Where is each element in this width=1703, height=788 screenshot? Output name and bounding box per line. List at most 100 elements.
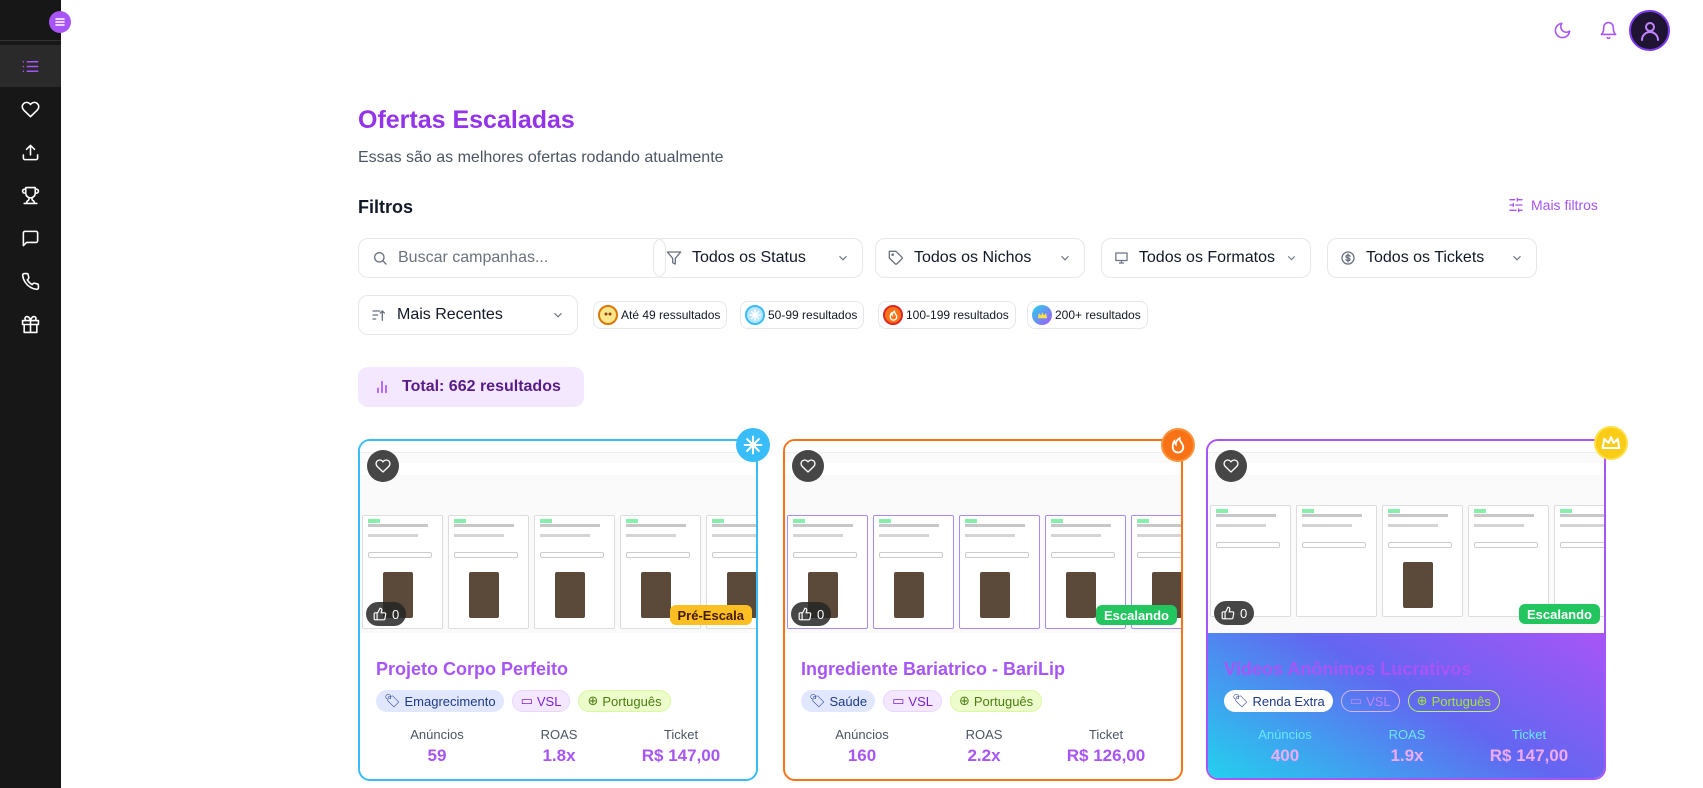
offer-title[interactable]: Ingrediente Bariatrico - BariLip (801, 659, 1065, 680)
sidebar-item-gifts[interactable] (0, 303, 61, 345)
tag-icon: 🏷 (1232, 693, 1249, 708)
ticket-select[interactable]: Todos os Tickets (1327, 238, 1537, 278)
stat-label: ROAS (1388, 727, 1426, 742)
user-icon (1640, 21, 1659, 41)
results-chip-label: Até 49 ressultados (621, 308, 721, 322)
offer-tags: 🏷 Saúde ▭ VSL ⊕ Português (801, 690, 1043, 712)
stat-value: 160 (847, 746, 877, 765)
like-button[interactable]: 0 (1214, 601, 1255, 625)
sort-select[interactable]: Mais Recentes (358, 295, 578, 335)
language-tag: ⊕ Português (949, 690, 1043, 712)
chevron-down-icon (1061, 255, 1069, 261)
chevron-down-icon (554, 312, 562, 318)
results-chip-100-199[interactable]: 100-199 resultados (878, 301, 1016, 329)
sidebar-item-upload[interactable] (0, 131, 61, 173)
language-tag-label: Português (1431, 693, 1491, 709)
stat-roas: ROAS 1.9x (1346, 727, 1468, 766)
stat-label: Ticket (663, 727, 699, 742)
format-tag-label: VSL (1366, 693, 1391, 709)
tag-icon (888, 250, 903, 265)
stat-ticket: Ticket R$ 147,00 (1468, 727, 1590, 766)
niche-tag-label: Saúde (829, 693, 868, 709)
notifications-button[interactable] (1596, 18, 1620, 42)
results-chip-50-99[interactable]: 50-99 resultados (740, 301, 865, 329)
stat-value: 59 (427, 746, 447, 765)
stat-ads: Anúncios 160 (801, 727, 923, 766)
offer-card[interactable]: 0 Escalando Ingrediente Bariatrico - Bar… (783, 428, 1195, 781)
monitor-icon: ▭ (1349, 693, 1363, 708)
like-button[interactable]: 0 (366, 602, 407, 626)
upload-icon (22, 144, 39, 160)
format-tag-label: VSL (536, 693, 562, 709)
sidebar-item-messages[interactable] (0, 217, 61, 259)
ticket-select-value: Todos os Tickets (1366, 249, 1485, 266)
menu-toggle-button[interactable] (49, 11, 71, 33)
results-chip-label: 100-199 resultados (906, 308, 1009, 322)
avatar[interactable] (1629, 10, 1670, 51)
offer-card[interactable]: 0 Pré-Escala Projeto Corpo Perfeito 🏷 Ema… (358, 428, 770, 781)
format-select[interactable]: Todos os Formatos (1101, 238, 1311, 278)
format-tag: ▭ VSL (1340, 690, 1400, 712)
niche-select[interactable]: Todos os Nichos (875, 238, 1085, 278)
offer-card[interactable]: 0 Escalando Vídeos Anônimos Lucrativos 🏷… (1206, 439, 1606, 780)
stat-value: R$ 147,00 (1489, 746, 1569, 765)
sidebar-item-favorites[interactable] (0, 88, 61, 130)
dollar-circle-icon (1341, 251, 1355, 265)
sliders-icon (1509, 197, 1523, 213)
offer-stats: Anúncios 59 ROAS 1.8x Ticket R$ 147,00 (376, 727, 742, 766)
like-button[interactable]: 0 (791, 602, 832, 626)
sidebar-divider (0, 40, 61, 41)
stat-value: 2.2x (967, 746, 1001, 765)
filter-icon (666, 251, 682, 265)
format-tag-label: VSL (908, 693, 933, 709)
like-count: 0 (817, 606, 825, 622)
like-count: 0 (1240, 605, 1248, 621)
status-badge: Pré-Escala (669, 605, 752, 625)
offer-title[interactable]: Projeto Corpo Perfeito (376, 659, 568, 680)
monitor-icon (1115, 252, 1128, 264)
heart-icon (1223, 459, 1239, 473)
more-filters-label: Mais filtros (1531, 197, 1598, 213)
stat-roas: ROAS 1.8x (498, 727, 620, 766)
results-chip-up-to-49[interactable]: Até 49 ressultados (593, 301, 728, 329)
favorite-button[interactable] (1215, 450, 1247, 482)
crown-icon (1594, 426, 1628, 460)
snowflake-icon (736, 428, 770, 462)
heart-icon (21, 101, 40, 117)
flame-icon (1161, 428, 1195, 462)
stat-value: R$ 126,00 (1066, 746, 1146, 765)
search-input[interactable] (398, 249, 638, 267)
favorite-button[interactable] (792, 450, 824, 482)
gift-icon (21, 315, 40, 333)
bar-chart-icon (377, 380, 387, 394)
stat-label: Ticket (1511, 727, 1547, 742)
globe-icon: ⊕ (1416, 693, 1428, 708)
heart-icon (375, 459, 391, 473)
search-field[interactable] (358, 238, 666, 278)
niche-tag: 🏷 Emagrecimento (376, 690, 504, 712)
tag-icon: 🏷 (384, 693, 401, 708)
favorite-button[interactable] (367, 450, 399, 482)
offer-tags: 🏷 Renda Extra ▭ VSL ⊕ Português (1224, 690, 1500, 712)
sidebar-item-offers[interactable] (0, 45, 61, 87)
moon-icon (1554, 22, 1570, 38)
sidebar-item-contact[interactable] (0, 260, 61, 302)
status-select[interactable]: Todos os Status (653, 238, 863, 278)
offer-stats: Anúncios 160 ROAS 2.2x Ticket R$ 126,00 (801, 727, 1167, 766)
owl-icon (598, 305, 618, 325)
stat-label: Anúncios (410, 727, 464, 742)
stat-label: Anúncios (835, 727, 889, 742)
stat-value: 400 (1270, 746, 1300, 765)
stat-roas: ROAS 2.2x (923, 727, 1045, 766)
stat-label: Anúncios (1258, 727, 1312, 742)
results-chip-200-plus[interactable]: 200+ resultados (1027, 301, 1148, 329)
sidebar-item-ranking[interactable] (0, 174, 61, 216)
stat-label: Ticket (1088, 727, 1124, 742)
offer-stats: Anúncios 400 ROAS 1.9x Ticket R$ 147,00 (1224, 727, 1590, 766)
offer-title[interactable]: Vídeos Anônimos Lucrativos (1224, 659, 1471, 680)
format-tag: ▭ VSL (511, 690, 571, 712)
niche-tag-label: Renda Extra (1252, 693, 1325, 709)
more-filters-button[interactable]: Mais filtros (1508, 197, 1598, 213)
stat-value: 1.9x (1390, 746, 1424, 765)
theme-toggle-button[interactable] (1550, 18, 1574, 42)
